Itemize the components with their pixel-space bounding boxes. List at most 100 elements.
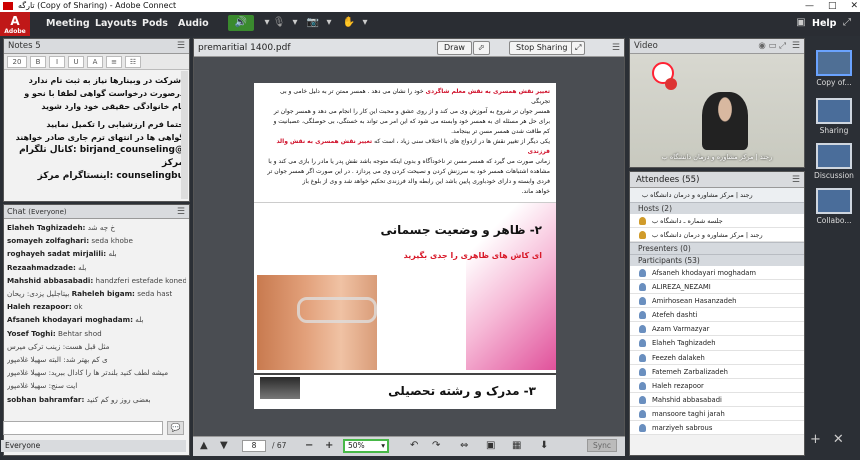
add-layout-icon[interactable]: +	[810, 432, 821, 447]
window-title: تارگه (Copy of Sharing) - Adobe Connect	[18, 1, 177, 10]
layout-label: Sharing	[819, 126, 849, 135]
presenters-label: Presenters (0)	[638, 244, 691, 253]
document-text: تغییر نقش همسری به نقش معلم شاگردی خود ر…	[254, 83, 556, 201]
participant-row[interactable]: Fatemeh Zarbalizadeh	[630, 364, 804, 379]
participant-row[interactable]: Amirhosean Hasanzadeh	[630, 294, 804, 309]
status-dropdown-icon[interactable]: ▾	[356, 16, 374, 30]
notes-line: گواهی ها در انتهای ترم جاری صادر خواهند	[15, 133, 184, 142]
chat-message-list: Elaheh Taghizadeh: خ چه شد somayeh zolfa…	[4, 219, 189, 423]
page-total: / 67	[272, 441, 287, 450]
notes-line: ،شرکت در وبینارها نیاز به ثبت نام ندارد	[28, 76, 184, 85]
fullscreen-share-icon[interactable]: ⤢	[571, 41, 586, 55]
zoom-in-icon[interactable]: +	[325, 440, 333, 451]
chat-input[interactable]	[3, 421, 163, 435]
video-feed[interactable]: رجند | مرکز مشاوره و درمان دانشگاه ب	[630, 54, 804, 167]
participant-row[interactable]: Feezeh dalakeh	[630, 350, 804, 365]
hosts-section-header[interactable]: Hosts (2)	[630, 202, 804, 214]
layout-discussion[interactable]: Discussion	[811, 143, 857, 180]
close-window-button[interactable]: ✕	[850, 0, 858, 12]
pod-menu-icon[interactable]: ☰	[612, 39, 620, 57]
pod-menu-icon[interactable]: ☰	[792, 172, 800, 188]
layout-sharing[interactable]: Sharing	[811, 98, 857, 135]
font-size-select[interactable]: 20	[7, 56, 27, 68]
shared-filename: premaritial 1400.pdf	[198, 43, 291, 53]
participant-row[interactable]: Azam Varmazyar	[630, 322, 804, 337]
pod-menu-icon[interactable]: ☰	[177, 205, 185, 219]
layout-settings-icon[interactable]: ✕	[833, 432, 844, 447]
participant-row[interactable]: Elaheh Taghizadeh	[630, 336, 804, 351]
hosts-label: Hosts (2)	[638, 204, 672, 213]
rail-actions: + ✕	[810, 432, 844, 447]
thumbnails-icon[interactable]: ▦	[512, 440, 521, 451]
chat-message: Yosef Toghi: Behtar shod	[7, 328, 102, 338]
layout-collaboration[interactable]: Collabo...	[811, 188, 857, 225]
chat-message: ی کم بهتر شد: البته سهیلا غلامپور	[7, 355, 108, 365]
align-icon[interactable]: ≡	[106, 56, 122, 68]
fullscreen-icon[interactable]: ⤢	[838, 16, 856, 30]
my-status-row[interactable]: رجند | مرکز مشاوره و درمان دانشگاه ب	[630, 188, 804, 202]
chat-pod: Chat (Everyone) ☰ Elaheh Taghizadeh: خ چ…	[3, 204, 190, 456]
participant-row[interactable]: ALIREZA_NEZAMI	[630, 280, 804, 295]
stop-sharing-button[interactable]: Stop Sharing	[509, 41, 575, 55]
layout-copy-of-sharing[interactable]: Copy of...	[811, 50, 857, 87]
color-icon[interactable]: A	[87, 56, 103, 68]
speaker-icon: 🔊	[234, 17, 248, 28]
bold-icon[interactable]: B	[30, 56, 46, 68]
download-icon[interactable]: ⬇	[540, 440, 548, 451]
menu-audio[interactable]: Audio	[178, 18, 209, 29]
layout-label: Copy of...	[816, 78, 852, 87]
attendees-title: Attendees	[636, 175, 680, 185]
rotate-right-icon[interactable]: ↷	[432, 440, 440, 451]
doc-line: فردی وابسته و دارای خودباوری پایین باشد …	[302, 178, 550, 185]
chat-message: sobhan bahramfar: بعضی روز رو کم کنید	[7, 394, 151, 404]
pod-menu-icon[interactable]: ☰	[792, 39, 800, 54]
participant-row[interactable]: Mahshid abbasabadi	[630, 392, 804, 407]
notes-line: @birjand_counseling :کانال تلگرام مرکز	[19, 145, 184, 168]
page-number-input[interactable]: 8	[242, 440, 266, 452]
next-page-icon[interactable]: ▼	[220, 440, 228, 451]
participants-section-header[interactable]: Participants (53)	[630, 254, 804, 266]
webcam-dropdown-icon[interactable]: ▾	[320, 16, 338, 30]
zoom-out-icon[interactable]: −	[305, 440, 313, 451]
pod-menu-icon[interactable]: ☰	[177, 39, 185, 54]
notes-pod-header: Notes 5 ☰	[4, 39, 189, 54]
notes-body[interactable]: ،شرکت در وبینارها نیاز به ثبت نام ندارد …	[4, 70, 189, 200]
prev-page-icon[interactable]: ▲	[200, 440, 208, 451]
list-icon[interactable]: ☷	[125, 56, 141, 68]
minimize-button[interactable]: —	[805, 0, 814, 12]
participant-row[interactable]: marziyeh sabrous	[630, 421, 804, 436]
menu-layouts[interactable]: Layouts	[95, 18, 137, 29]
presenters-section-header[interactable]: Presenters (0)	[630, 242, 804, 254]
pointer-tool-icon[interactable]: ⬀	[473, 41, 490, 55]
maximize-button[interactable]: □	[828, 0, 837, 12]
participant-row[interactable]: Afsaneh khodayari moghadam	[630, 266, 804, 281]
window-title-bar: تارگه (Copy of Sharing) - Adobe Connect	[0, 0, 860, 12]
notes-pod: Notes 5 ☰ 20 B I U A ≡ ☷ ،شرکت در وبینار…	[3, 38, 190, 202]
participant-row[interactable]: Haleh rezapoor	[630, 378, 804, 393]
rotate-left-icon[interactable]: ↶	[410, 440, 418, 451]
host-row[interactable]: جلسه شماره ـ دانشگاه ب	[630, 214, 804, 228]
notes-line: درصورت درخواست گواهی لطفا با نحو و	[24, 89, 184, 98]
microphone-dropdown-icon[interactable]: ▾	[286, 16, 304, 30]
fit-width-icon[interactable]: ⇔	[460, 440, 468, 451]
video-controls-icon[interactable]: ◉ ▭ ⤢	[758, 39, 786, 54]
italic-icon[interactable]: I	[49, 56, 65, 68]
fit-page-icon[interactable]: ▣	[486, 440, 495, 451]
notification-icon[interactable]: ▣	[792, 16, 810, 30]
draw-button[interactable]: Draw	[437, 41, 472, 55]
sync-button[interactable]: Sync	[587, 439, 617, 452]
menu-pods[interactable]: Pods	[142, 18, 168, 29]
menu-meeting[interactable]: Meeting	[46, 18, 90, 29]
zoom-select[interactable]: 50% ▾	[343, 439, 389, 453]
chat-send-button[interactable]: 💬	[167, 421, 184, 435]
host-row[interactable]: رجند | مرکز مشاوره و درمان دانشگاه ب	[630, 228, 804, 242]
notes-scrollbar[interactable]	[181, 71, 188, 199]
underline-icon[interactable]: U	[68, 56, 84, 68]
speaker-toggle-button[interactable]: 🔊	[228, 15, 254, 31]
participant-row[interactable]: mansoore taghi jarah	[630, 406, 804, 422]
participant-row[interactable]: Atefeh dashti	[630, 308, 804, 323]
chat-recipient-selector[interactable]: Everyone	[1, 440, 186, 452]
chat-message: Elaheh Taghizadeh: خ چه شد	[7, 223, 116, 232]
chat-pod-title: Chat	[7, 207, 26, 216]
menu-help[interactable]: Help	[812, 18, 836, 29]
